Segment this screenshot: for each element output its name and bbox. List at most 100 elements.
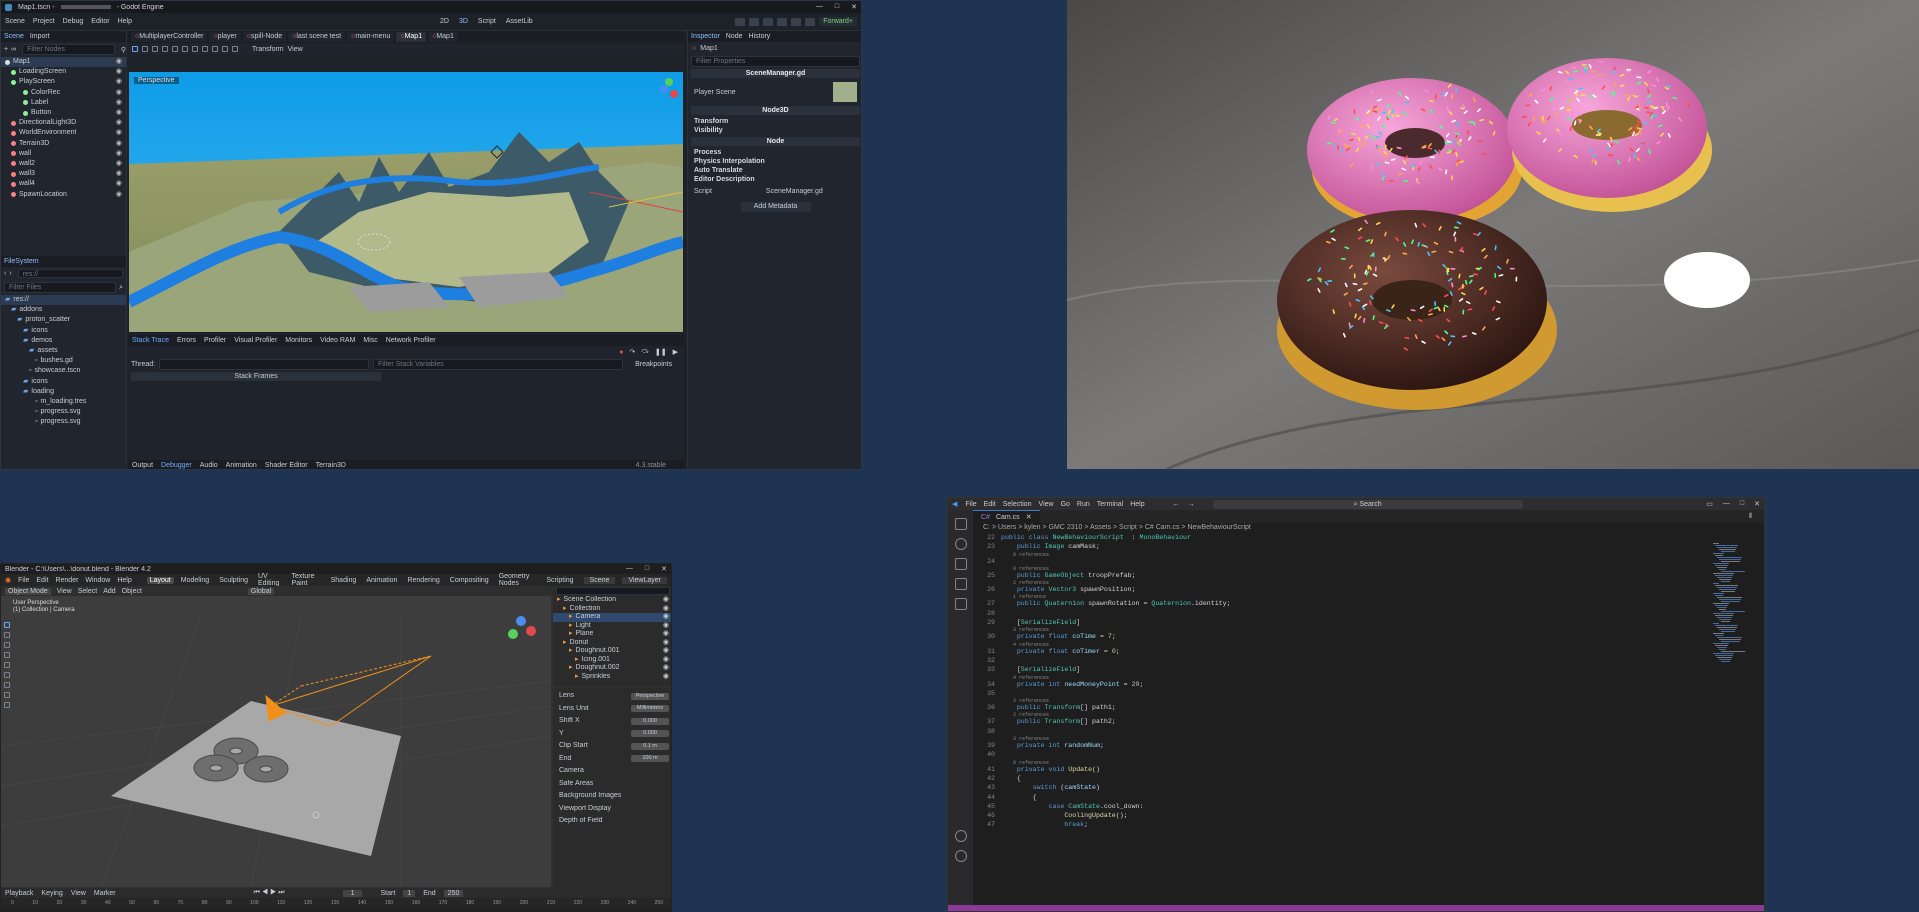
filesystem-item[interactable]: ▫ m_loading.tres [1, 397, 126, 407]
visibility-eye-icon[interactable]: ◉ [116, 169, 122, 179]
group-icon[interactable] [202, 46, 208, 52]
visibility-eye-icon[interactable]: ◉ [116, 179, 122, 189]
playback-menu[interactable]: Playback [5, 890, 33, 897]
view-menu[interactable]: View [71, 890, 86, 897]
move-tool-icon[interactable] [142, 46, 148, 52]
view-menu[interactable]: View [288, 46, 303, 53]
scale-tool-icon[interactable] [162, 46, 168, 52]
scene-tab[interactable]: ○ spill-Node [242, 32, 287, 42]
workspace-tab[interactable]: UV Editing [255, 573, 285, 587]
workspace-tab[interactable]: Geometry Nodes [496, 573, 540, 587]
outliner-item[interactable]: ▸ Light ◉ [553, 622, 671, 631]
back-icon[interactable]: ‹ [4, 270, 6, 277]
add-cube-icon[interactable] [4, 702, 10, 708]
filesystem-item[interactable]: ▫ bushes.gd [1, 356, 126, 366]
code-line[interactable]: 43 switch (camState) [973, 783, 1703, 792]
filesystem-item[interactable]: ▰ addons [1, 305, 126, 315]
env-toggle-icon[interactable] [232, 46, 238, 52]
property-value[interactable]: Millimeters [631, 705, 669, 713]
hide-eye-icon[interactable]: ◉ [663, 613, 669, 622]
bottom-panel-tab[interactable]: Shader Editor [265, 462, 308, 469]
select-box-icon[interactable] [4, 622, 10, 628]
property-row[interactable]: End 100 m [553, 755, 671, 764]
pause-icon[interactable] [749, 17, 760, 26]
script-value[interactable]: SceneManager.gd [766, 187, 823, 196]
filesystem-item[interactable]: ▫ progress.svg [1, 417, 126, 427]
outliner-item[interactable]: ▸ Scene Collection ◉ [553, 596, 671, 605]
outliner-item[interactable]: ▸ Plane ◉ [553, 630, 671, 639]
step-into-icon[interactable]: ↷ [630, 348, 636, 356]
hide-eye-icon[interactable]: ◉ [663, 596, 669, 605]
filesystem-item[interactable]: ▰ icons [1, 377, 126, 387]
play-icon[interactable] [735, 17, 746, 26]
debugger-tab[interactable]: Video RAM [320, 337, 355, 344]
forward-icon[interactable]: › [9, 270, 11, 277]
property-row[interactable]: Depth of Field [553, 817, 671, 826]
continue-icon[interactable]: ▶ [673, 348, 678, 356]
minimize-icon[interactable]: — [816, 3, 823, 11]
property-value[interactable]: 0.000 [631, 717, 669, 725]
add-node-icon[interactable]: + [4, 46, 8, 53]
code-line[interactable]: 23 public Image camMask; [973, 542, 1703, 551]
inspector-tab[interactable]: History [749, 33, 771, 40]
scene-tree-item[interactable]: Terrain3D ◉ [1, 139, 126, 149]
prop-process[interactable]: Process [688, 148, 861, 157]
property-value[interactable]: 100 m [631, 755, 669, 763]
hide-eye-icon[interactable]: ◉ [663, 605, 669, 614]
maximize-icon[interactable]: □ [835, 3, 839, 11]
visibility-eye-icon[interactable]: ◉ [116, 88, 122, 98]
workspace-tab[interactable]: Shading [328, 577, 360, 584]
debugger-tab[interactable]: Stack Trace [132, 337, 169, 344]
code-line[interactable]: 32 [973, 656, 1703, 665]
workspace-tab[interactable]: Rendering [404, 577, 442, 584]
code-line[interactable]: 46 CoolingUpdate(); [973, 811, 1703, 820]
vscode-menu-item[interactable]: Go [1061, 501, 1070, 508]
code-line[interactable]: 47 break; [973, 820, 1703, 829]
outliner-item[interactable]: ▸ Doughnut.002 ◉ [553, 664, 671, 673]
debugger-tab[interactable]: Monitors [285, 337, 312, 344]
visibility-eye-icon[interactable]: ◉ [116, 67, 122, 77]
code-line[interactable]: 30 private float coTime = 7; [973, 632, 1703, 641]
search-icon[interactable]: ⌕ [119, 284, 126, 292]
menu-help[interactable]: Help [117, 577, 131, 584]
menu-edit[interactable]: Edit [36, 577, 48, 584]
tab-filesystem[interactable]: FileSystem [4, 258, 39, 265]
list-tool-icon[interactable] [182, 46, 188, 52]
property-value[interactable]: Perspective [631, 692, 669, 700]
hide-eye-icon[interactable]: ◉ [663, 630, 669, 639]
property-row[interactable]: Camera [553, 767, 671, 776]
visibility-eye-icon[interactable]: ◉ [116, 108, 122, 118]
property-row[interactable]: Y 0.000 [553, 730, 671, 739]
scene-tree-item[interactable]: wall ◉ [1, 149, 126, 159]
property-row[interactable]: Background Images [553, 792, 671, 801]
visibility-eye-icon[interactable]: ◉ [116, 190, 122, 200]
workspace-tab[interactable]: Scripting [543, 577, 576, 584]
code-line[interactable]: 28 [973, 609, 1703, 618]
debugger-tab[interactable]: Errors [177, 337, 196, 344]
inspector-node-name[interactable]: Map1 [700, 45, 718, 52]
menu-scene[interactable]: Scene [5, 18, 25, 25]
property-row[interactable]: Shift X 0.000 [553, 717, 671, 726]
code-line[interactable]: 25 public GameObject troopPrefab; [973, 571, 1703, 580]
break-icon[interactable]: ❚❚ [655, 348, 667, 356]
debugger-tab[interactable]: Profiler [204, 337, 226, 344]
scene-tab[interactable]: ○ player [209, 32, 241, 42]
record-icon[interactable]: ● [619, 349, 623, 356]
hide-eye-icon[interactable]: ◉ [663, 647, 669, 656]
prop-visibility[interactable]: Visibility [688, 126, 861, 135]
workspace-tab[interactable]: Modeling [178, 577, 212, 584]
vscode-menu-item[interactable]: Edit [984, 501, 996, 508]
hide-eye-icon[interactable]: ◉ [663, 622, 669, 631]
mode-script-button[interactable]: Script [478, 18, 496, 25]
code-line[interactable]: 22 public class NewBehaviourScript : Mono… [973, 533, 1703, 542]
stop-icon[interactable] [763, 17, 774, 26]
debugger-tab[interactable]: Misc [363, 337, 377, 344]
property-row[interactable]: Safe Areas [553, 780, 671, 789]
scale-icon[interactable] [4, 662, 10, 668]
filter-stack-input[interactable]: Filter Stack Variables [373, 358, 624, 370]
outliner-item[interactable]: ▸ Collection ◉ [553, 605, 671, 614]
menu-editor[interactable]: Editor [91, 18, 109, 25]
property-row[interactable]: Viewport Display [553, 805, 671, 814]
visibility-eye-icon[interactable]: ◉ [116, 77, 122, 87]
property-row[interactable]: Clip Start 0.1 m [553, 742, 671, 751]
